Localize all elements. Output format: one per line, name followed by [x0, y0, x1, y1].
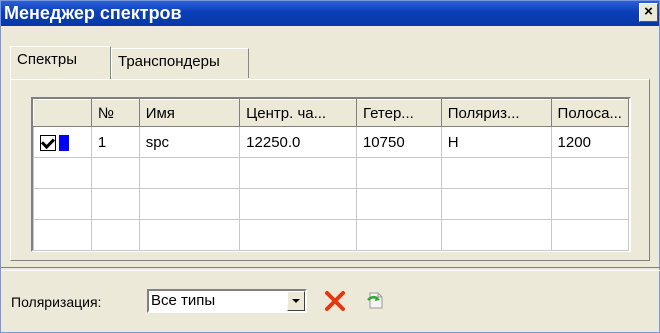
spectra-table[interactable]: № Имя Центр. ча... Гетер... Поляриз... П…	[31, 97, 631, 252]
close-icon: ×	[644, 3, 653, 20]
row-color-swatch[interactable]	[59, 134, 69, 151]
polarization-label: Поляризация:	[11, 294, 102, 310]
column-header-bandwidth[interactable]: Полоса...	[550, 99, 630, 127]
table-row[interactable]: 1 spc 12250.0 10750 H 1200	[33, 126, 630, 158]
row-select-cell	[33, 126, 92, 158]
tab-panel-spectra: № Имя Центр. ча... Гетер... Поляриз... П…	[10, 79, 650, 261]
column-header-polarization[interactable]: Поляриз...	[440, 99, 552, 127]
close-button[interactable]: ×	[639, 3, 658, 22]
titlebar: Менеджер спектров ×	[1, 1, 659, 26]
table-row-empty	[33, 157, 630, 189]
table-row-empty	[33, 219, 630, 251]
delete-icon[interactable]	[323, 289, 347, 313]
tab-transponders[interactable]: Транспондеры	[111, 48, 249, 78]
column-header-name[interactable]: Имя	[138, 99, 241, 127]
polarization-value: Все типы	[151, 292, 216, 309]
row-checkbox[interactable]	[40, 134, 56, 151]
column-header-number[interactable]: №	[90, 99, 140, 127]
chevron-down-icon[interactable]	[287, 291, 305, 311]
divider	[1, 267, 660, 271]
column-header-select[interactable]	[33, 99, 92, 127]
table-header-row: № Имя Центр. ча... Гетер... Поляриз... П…	[33, 99, 630, 127]
cell-polarization: H	[440, 126, 552, 158]
cell-name: spc	[138, 126, 241, 158]
column-header-local-oscillator[interactable]: Гетер...	[355, 99, 442, 127]
refresh-icon[interactable]	[365, 288, 387, 312]
table-row-empty	[33, 188, 630, 220]
cell-number: 1	[90, 126, 140, 158]
window-title: Менеджер спектров	[4, 3, 182, 23]
cell-center-frequency: 12250.0	[239, 126, 357, 158]
cell-local-oscillator: 10750	[355, 126, 442, 158]
polarization-select[interactable]: Все типы	[147, 289, 307, 313]
tab-spectra[interactable]: Спектры	[10, 46, 111, 79]
spectrum-manager-window: Менеджер спектров × Спектры Транспондеры…	[0, 0, 660, 333]
column-header-center-frequency[interactable]: Центр. ча...	[239, 99, 357, 127]
cell-bandwidth: 1200	[550, 126, 630, 158]
